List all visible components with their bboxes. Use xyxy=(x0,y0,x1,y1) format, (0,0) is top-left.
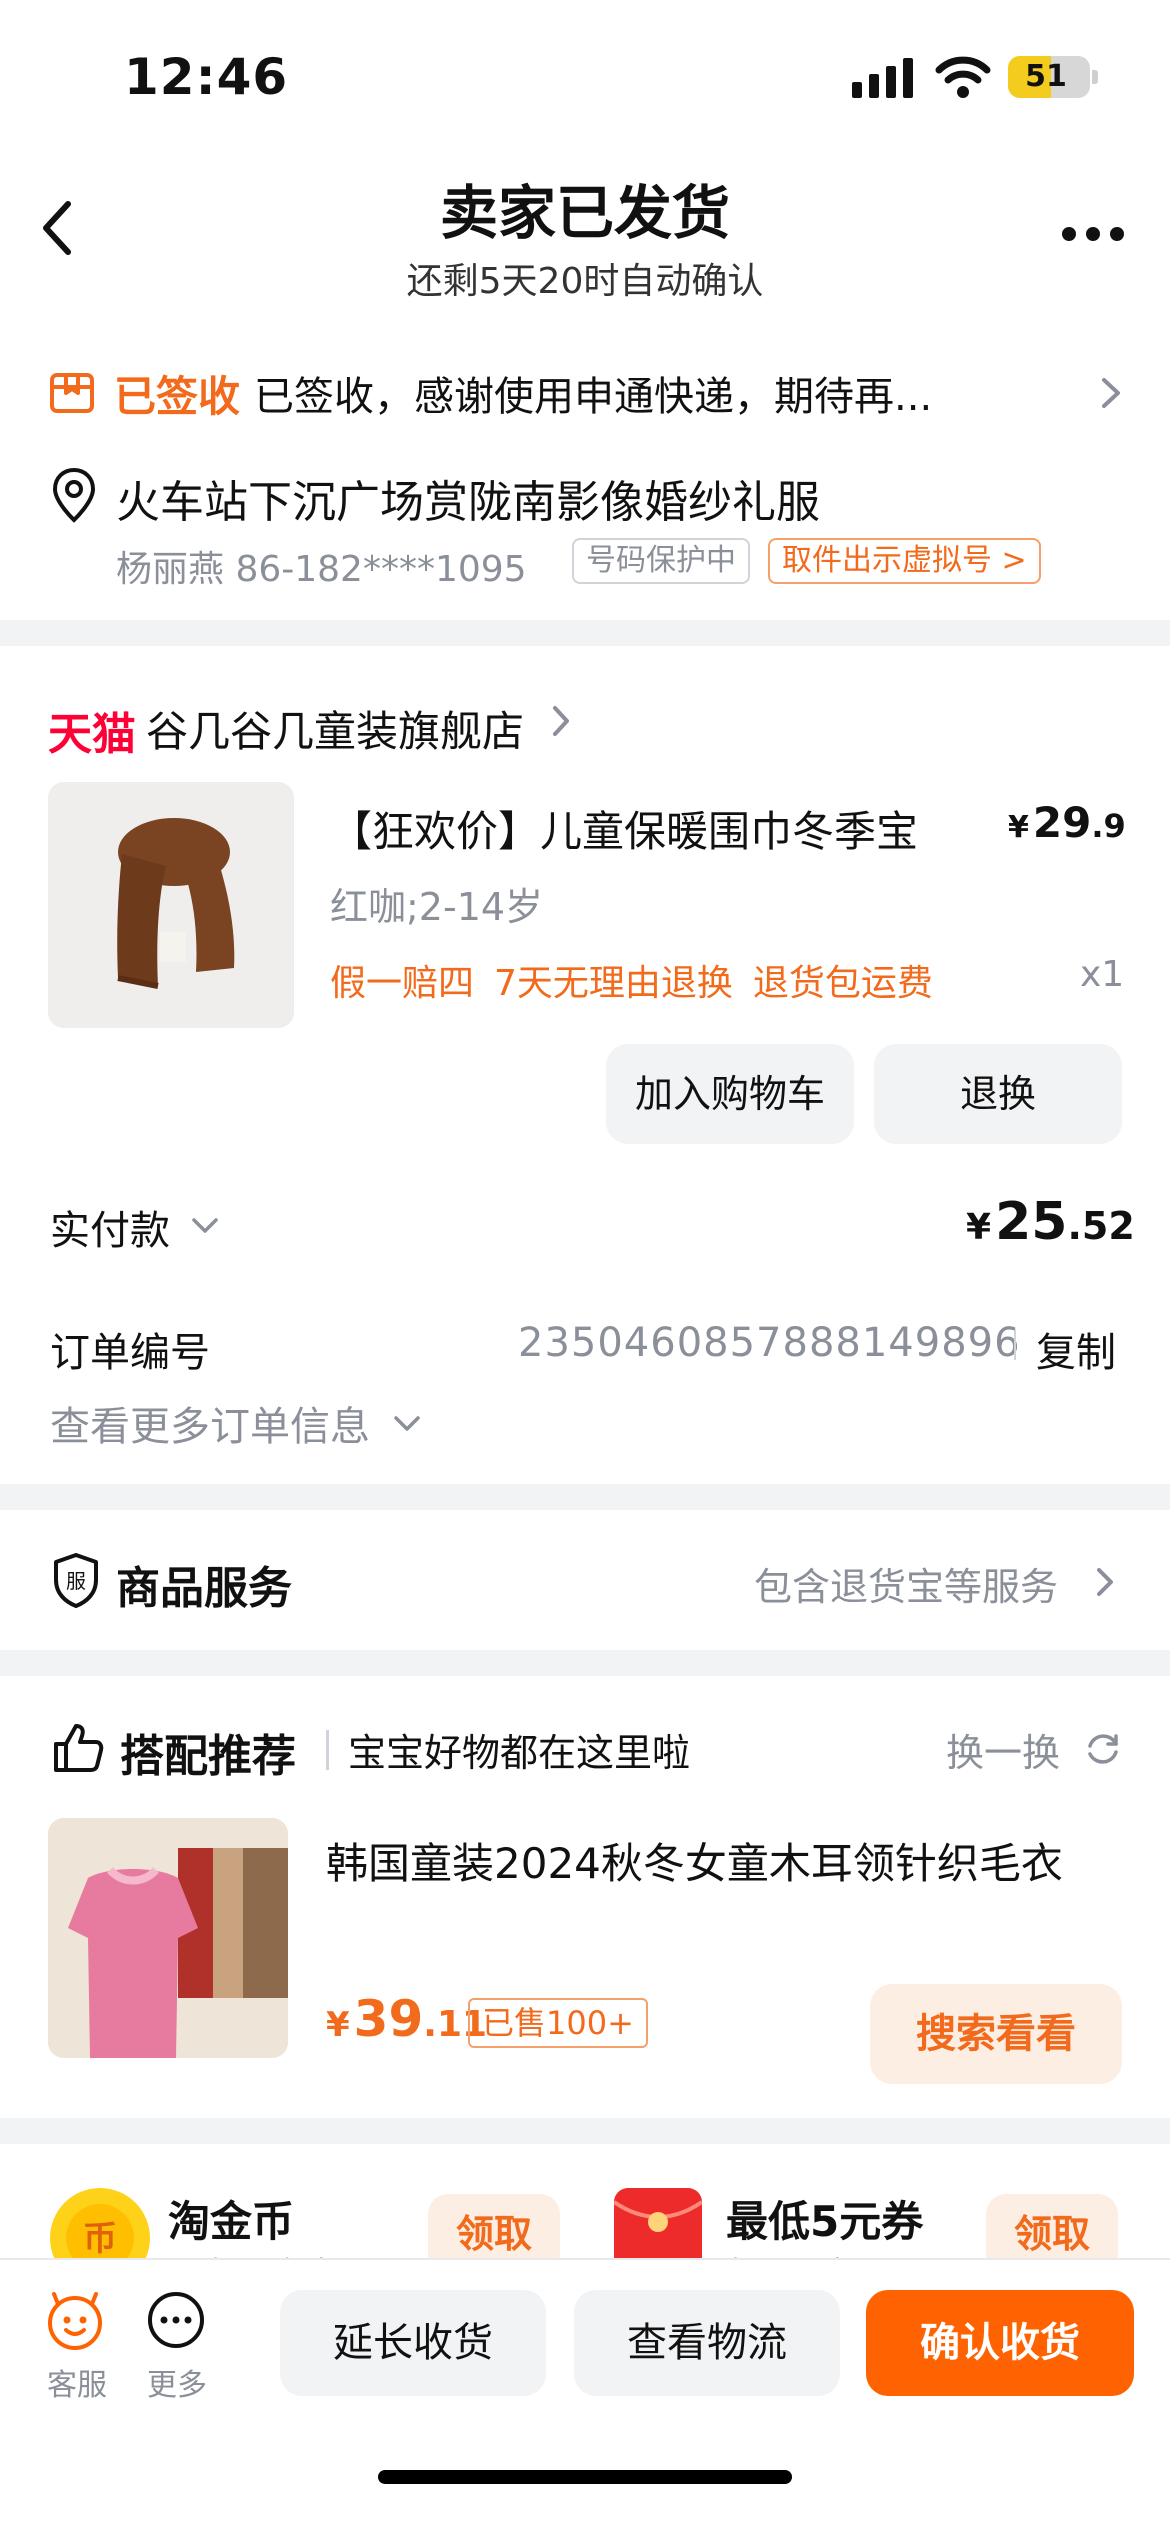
logistics-status-row[interactable]: 已签收 已签收，感谢使用申通快递，期待再... xyxy=(48,362,1128,424)
wifi-icon xyxy=(935,56,991,98)
product-service-tags: 假一赔四 7天无理由退换 退货包运费 xyxy=(330,954,953,1006)
paid-amount: ¥25.52 xyxy=(966,1192,1135,1252)
benefits-card: 币 淘金币 最高50淘金币 领取 最低5元券 每日可享 领取 xyxy=(0,2144,1170,2292)
tag-7day-return: 7天无理由退换 xyxy=(494,963,733,1004)
shop-name[interactable]: 谷几谷几童装旗舰店 xyxy=(146,698,524,759)
virtual-number-button[interactable]: 取件出示虚拟号 > xyxy=(768,538,1041,584)
bottom-action-bar: 客服 更多 延长收货 查看物流 确认收货 xyxy=(0,2258,1170,2532)
product-quantity: x1 xyxy=(1080,954,1125,995)
location-pin-icon xyxy=(52,467,96,523)
coin-title: 淘金币 xyxy=(168,2197,295,2246)
recipient-contact: 杨丽燕 86-182****1095 xyxy=(116,549,527,590)
page-title: 卖家已发货 xyxy=(439,179,730,247)
order-number-label: 订单编号 xyxy=(50,1330,210,1376)
tmall-logo: 天猫 xyxy=(48,709,136,760)
extend-receipt-button[interactable]: 延长收货 xyxy=(280,2290,546,2396)
add-to-cart-button[interactable]: 加入购物车 xyxy=(606,1044,854,1144)
sold-count-badge: 已售100+ xyxy=(468,1998,648,2048)
recommend-product-price: ¥39.11 xyxy=(326,1990,488,2048)
cellular-signal-icon xyxy=(852,58,913,98)
svg-text:服: 服 xyxy=(66,1569,86,1593)
home-indicator[interactable] xyxy=(378,2470,792,2484)
order-number: 2350460857888149896 xyxy=(518,1320,1021,1366)
search-look-button[interactable]: 搜索看看 xyxy=(870,1984,1122,2084)
service-card[interactable]: 服 商品服务 包含退货宝等服务 xyxy=(0,1510,1170,1650)
customer-service-icon[interactable] xyxy=(44,2290,106,2352)
order-header: 12:46 51 卖家已发货 还剩5天20时自动确认 已签收 已签收，感谢使用申… xyxy=(0,0,1170,620)
more-label[interactable]: 更多 xyxy=(144,2360,210,2404)
auto-confirm-countdown: 还剩5天20时自动确认 xyxy=(406,261,764,302)
confirm-receipt-button[interactable]: 确认收货 xyxy=(866,2290,1134,2396)
copy-order-button[interactable]: 复制 xyxy=(1036,1320,1116,1378)
more-order-info-link[interactable]: 查看更多订单信息 xyxy=(50,1394,370,1452)
delivery-tag: 已签收 xyxy=(114,371,241,421)
battery-level: 51 xyxy=(1025,59,1067,94)
tag-fake-compensation: 假一赔四 xyxy=(330,963,475,1004)
service-shield-icon: 服 xyxy=(54,1553,98,1608)
recommend-product-name[interactable]: 韩国童装2024秋冬女童木耳领针织毛衣 xyxy=(326,1830,1063,1891)
return-exchange-button[interactable]: 退换 xyxy=(874,1044,1122,1144)
divider xyxy=(1014,1330,1016,1360)
sweater-image-icon xyxy=(48,1818,288,2058)
chevron-down-icon xyxy=(394,1416,420,1431)
voucher-title: 最低5元券 xyxy=(726,2197,924,2246)
product-price: ¥29.9 xyxy=(1008,798,1126,847)
package-icon xyxy=(50,373,94,413)
swap-button[interactable]: 换一换 xyxy=(946,1722,1060,1777)
thumbs-up-icon xyxy=(54,1724,104,1772)
service-title: 商品服务 xyxy=(116,1563,292,1614)
chevron-right-icon xyxy=(1097,1568,1113,1596)
service-description: 包含退货宝等服务 xyxy=(754,1565,1059,1609)
delivery-message: 已签收，感谢使用申通快递，期待再... xyxy=(254,374,933,420)
product-title[interactable]: 【狂欢价】儿童保暖围巾冬季宝 xyxy=(330,798,918,859)
recommend-product-image[interactable] xyxy=(48,1818,288,2058)
chevron-right-icon xyxy=(553,706,569,736)
battery-icon: 51 xyxy=(1008,56,1098,98)
product-image[interactable] xyxy=(48,782,294,1028)
customer-service-label[interactable]: 客服 xyxy=(44,2360,110,2404)
more-options-icon[interactable] xyxy=(1060,224,1126,244)
chevron-right-icon xyxy=(1102,378,1120,408)
chevron-down-icon xyxy=(192,1218,218,1233)
tag-return-shipping: 退货包运费 xyxy=(752,963,933,1004)
view-logistics-button[interactable]: 查看物流 xyxy=(574,2290,840,2396)
delivery-address: 火车站下沉广场赏陇南影像婚纱礼服 xyxy=(116,477,820,528)
recommend-subtitle: 宝宝好物都在这里啦 xyxy=(348,1731,691,1775)
recommend-card: 搭配推荐 宝宝好物都在这里啦 换一换 韩国童装2024秋冬女童木耳领针织毛衣 ¥… xyxy=(0,1676,1170,2118)
refresh-icon[interactable] xyxy=(1084,1730,1122,1768)
paid-amount-label[interactable]: 实付款 xyxy=(50,1198,170,1256)
order-card: 天猫 谷几谷几童装旗舰店 【狂欢价】儿童保暖围巾冬季宝 ¥29.9 红咖;2-1… xyxy=(0,646,1170,1484)
number-protection-badge: 号码保护中 xyxy=(572,538,750,584)
svg-text:币: 币 xyxy=(83,2219,117,2259)
recommend-title: 搭配推荐 xyxy=(120,1731,296,1782)
divider xyxy=(326,1730,329,1770)
more-circle-icon[interactable] xyxy=(146,2290,206,2350)
product-sku: 红咖;2-14岁 xyxy=(330,885,544,929)
scarf-image-icon xyxy=(48,782,294,1028)
status-time: 12:46 xyxy=(124,48,289,106)
